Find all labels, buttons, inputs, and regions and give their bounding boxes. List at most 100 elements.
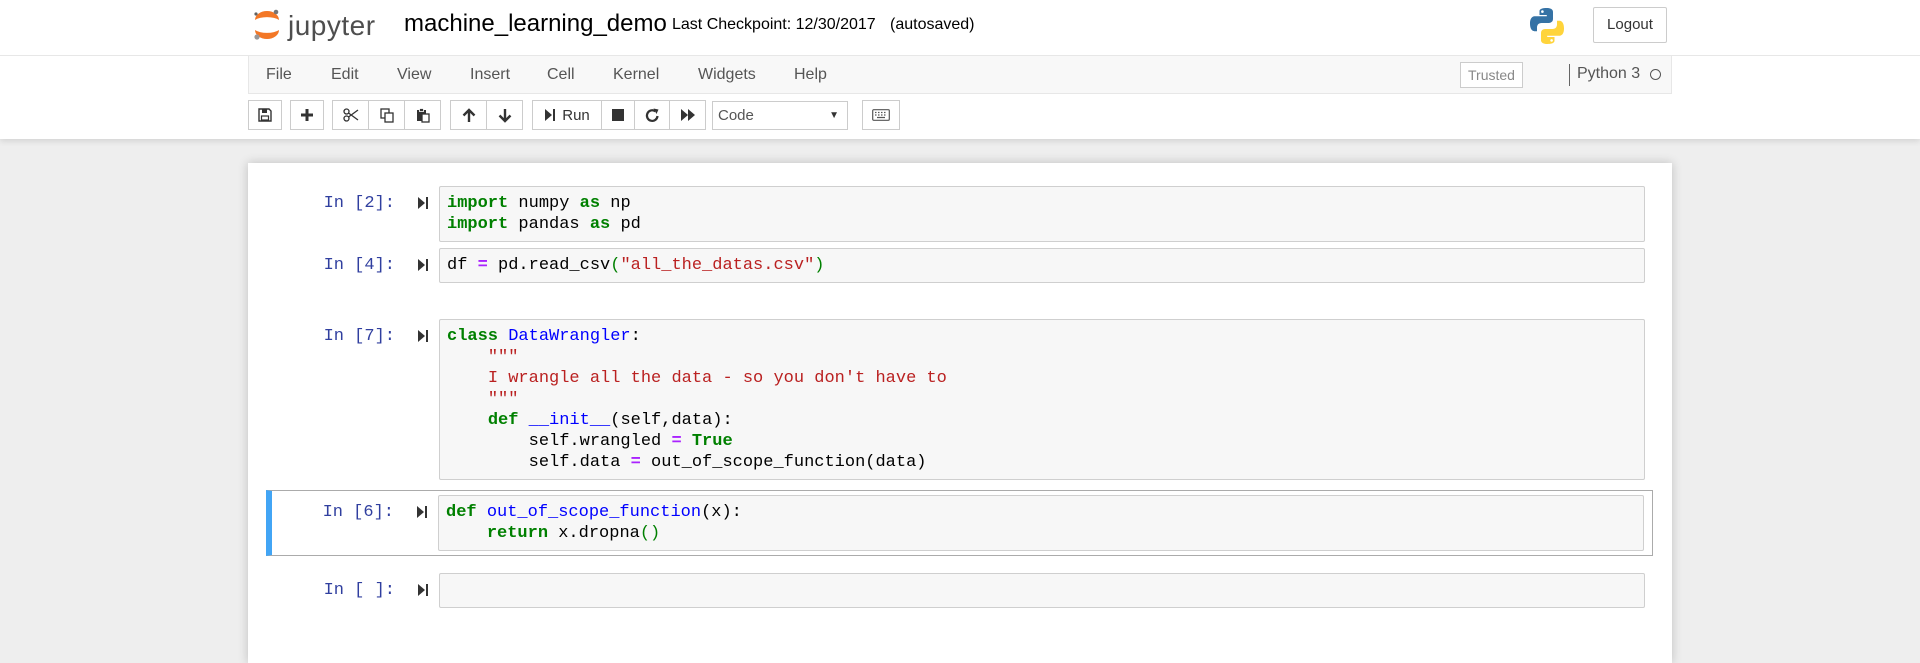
code-line: self.data = out_of_scope_function(data) xyxy=(440,452,1644,473)
code-line: self.wrangled = True xyxy=(440,431,1644,452)
run-cell-icon[interactable] xyxy=(417,258,429,272)
kernel-name[interactable]: Python 3 xyxy=(1577,65,1640,83)
trusted-indicator[interactable]: Trusted xyxy=(1460,62,1523,88)
notebook-header: jupyter machine_learning_demo Last Check… xyxy=(0,0,1920,139)
arrow-up-icon xyxy=(462,107,475,122)
code-cell[interactable]: In [6]: def out_of_scope_function(x): ret… xyxy=(266,490,1653,556)
restart-kernel-button[interactable] xyxy=(634,100,670,130)
autosave-status: (autosaved) xyxy=(890,16,975,33)
run-button[interactable]: Run xyxy=(532,100,602,130)
interrupt-button[interactable] xyxy=(601,100,635,130)
code-token: df xyxy=(447,256,478,275)
code-line: """ xyxy=(440,389,1644,410)
logout-button[interactable]: Logout xyxy=(1593,7,1667,43)
code-token: = xyxy=(671,432,682,451)
menu-kernel[interactable]: Kernel xyxy=(613,66,659,84)
save-button[interactable] xyxy=(248,100,282,130)
code-cell[interactable]: In [7]: class DataWrangler: """ I wrangle… xyxy=(266,318,1653,480)
restart-run-all-button[interactable] xyxy=(669,100,706,130)
plus-icon xyxy=(301,109,313,121)
code-token: def xyxy=(487,411,519,430)
kernel-divider xyxy=(1569,64,1570,86)
code-editor[interactable] xyxy=(439,573,1645,608)
menu-edit[interactable]: Edit xyxy=(331,66,359,84)
command-palette-button[interactable] xyxy=(862,100,900,130)
input-prompt: In [4]: xyxy=(323,256,395,275)
keyboard-icon xyxy=(872,109,890,121)
logo-text: jupyter xyxy=(288,10,376,41)
code-token: = xyxy=(477,256,488,275)
code-token: pd.read_csv xyxy=(487,256,611,275)
code-line: df = pd.read_csv("all_the_datas.csv") xyxy=(440,255,1644,276)
notebook-name[interactable]: machine_learning_demo xyxy=(404,10,667,38)
code-token: x.dropna xyxy=(548,524,640,543)
run-cell-icon[interactable] xyxy=(417,196,429,210)
menu-file[interactable]: File xyxy=(266,66,292,84)
paste-button[interactable] xyxy=(404,100,441,130)
code-cell[interactable]: In [4]: df = pd.read_csv("all_the_datas.c… xyxy=(266,247,1653,283)
menu-insert[interactable]: Insert xyxy=(470,66,510,84)
cell-type-value: Code xyxy=(718,107,754,124)
input-prompt: In [7]: xyxy=(323,327,395,346)
move-down-button[interactable] xyxy=(486,100,523,130)
insert-cell-button[interactable] xyxy=(290,100,324,130)
code-line: I wrangle all the data - so you don't ha… xyxy=(440,368,1644,389)
menu-cell[interactable]: Cell xyxy=(547,66,575,84)
code-token: def xyxy=(446,503,477,522)
code-token: True xyxy=(691,432,733,451)
menu-bar: File Edit View Insert Cell Kernel Widget… xyxy=(248,55,1672,94)
menu-widgets[interactable]: Widgets xyxy=(698,66,756,84)
code-token: import xyxy=(447,194,509,213)
code-token: (self,data): xyxy=(610,411,733,430)
stop-icon xyxy=(612,109,624,121)
run-label: Run xyxy=(562,106,590,124)
code-token: () xyxy=(639,524,661,543)
copy-button[interactable] xyxy=(368,100,405,130)
code-token: pd xyxy=(610,215,641,234)
code-editor[interactable]: import numpy as np import pandas as pd xyxy=(439,186,1645,242)
menu-view[interactable]: View xyxy=(397,66,431,84)
jupyter-logo[interactable]: jupyter xyxy=(252,8,384,42)
code-token: import xyxy=(447,215,509,234)
code-line: def out_of_scope_function(x): xyxy=(439,502,1643,523)
move-up-button[interactable] xyxy=(450,100,487,130)
code-editor[interactable]: def out_of_scope_function(x): return x.d… xyxy=(438,495,1644,551)
code-cell[interactable]: In [ ]: xyxy=(266,572,1653,608)
menu-help[interactable]: Help xyxy=(794,66,827,84)
cut-button[interactable] xyxy=(332,100,369,130)
code-line: return x.dropna() xyxy=(439,523,1643,544)
input-prompt: In [ ]: xyxy=(323,581,395,600)
code-token: out_of_scope_function xyxy=(486,503,702,522)
code-token: DataWrangler xyxy=(508,327,631,346)
run-cell-icon[interactable] xyxy=(416,505,428,519)
code-token: """ xyxy=(487,390,519,409)
code-token: I wrangle all the data - so you don't ha… xyxy=(487,369,947,388)
fast-forward-icon xyxy=(680,109,695,121)
code-cell[interactable]: In [2]: import numpy as np import pandas a… xyxy=(266,185,1653,242)
code-editor[interactable]: df = pd.read_csv("all_the_datas.csv") xyxy=(439,248,1645,283)
code-token: ) xyxy=(814,256,825,275)
code-token: """ xyxy=(487,348,519,367)
code-token: out_of_scope_function(data) xyxy=(640,453,927,472)
code-editor[interactable]: class DataWrangler: """ I wrangle all th… xyxy=(439,319,1645,480)
notebook-container: In [2]: import numpy as np import pandas a… xyxy=(248,163,1672,663)
run-cell-icon[interactable] xyxy=(417,329,429,343)
code-line: class DataWrangler: xyxy=(440,326,1644,347)
cell-type-select[interactable]: Code ▼ xyxy=(712,101,848,130)
code-token: as xyxy=(589,215,611,234)
code-token: (x): xyxy=(701,503,742,522)
arrow-down-icon xyxy=(498,108,511,123)
run-cell-icon[interactable] xyxy=(417,583,429,597)
copy-icon xyxy=(379,107,394,123)
kernel-idle-indicator xyxy=(1650,69,1661,80)
